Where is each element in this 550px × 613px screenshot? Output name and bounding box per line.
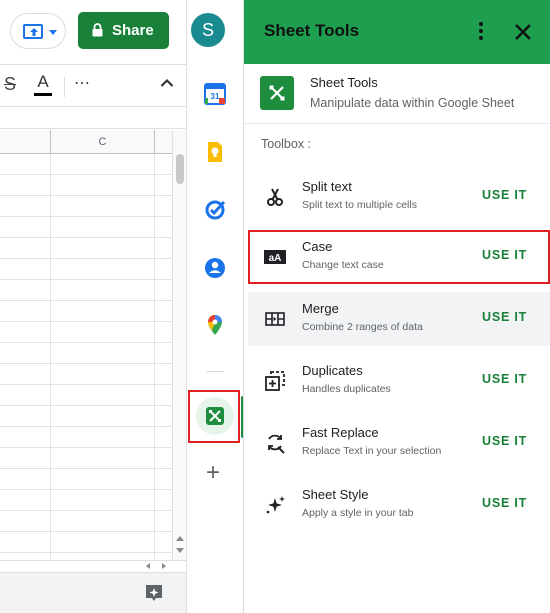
tool-description: Combine 2 ranges of data <box>302 321 423 333</box>
sheet-tabs-bar <box>0 572 186 613</box>
text-color-glyph: A <box>37 72 49 91</box>
svg-text:aA: aA <box>269 253 282 264</box>
text-color-icon[interactable]: A <box>34 72 52 96</box>
use-it-button[interactable]: USE IT <box>482 188 527 202</box>
tool-name: Duplicates <box>302 363 363 378</box>
contacts-icon[interactable] <box>204 257 226 279</box>
merge-icon <box>265 312 285 326</box>
sparkle-icon <box>266 496 285 514</box>
app-description: Manipulate data within Google Sheet <box>310 96 515 110</box>
scroll-right-icon[interactable] <box>162 563 166 569</box>
vertical-scrollbar[interactable] <box>172 130 186 560</box>
more-vert-icon[interactable] <box>476 20 486 44</box>
avatar[interactable]: S <box>191 13 225 47</box>
present-button[interactable] <box>10 13 66 49</box>
top-bar: Share <box>0 0 186 64</box>
use-it-button[interactable]: USE IT <box>482 434 527 448</box>
app-info: Sheet Tools Manipulate data within Googl… <box>244 64 550 124</box>
calendar-day-label: 31 <box>211 92 220 101</box>
tool-item-case[interactable]: aA Case Change text case USE IT <box>248 230 550 284</box>
scroll-up-icon[interactable] <box>176 536 184 541</box>
tool-name: Case <box>302 239 333 254</box>
text-case-icon: aA <box>264 250 286 264</box>
use-it-button[interactable]: USE IT <box>482 248 527 262</box>
chevron-up-icon[interactable] <box>160 78 174 88</box>
grid-cells[interactable] <box>0 154 172 560</box>
tool-description: Apply a style in your tab <box>302 507 414 519</box>
side-divider <box>206 371 224 372</box>
explore-icon[interactable] <box>144 583 164 603</box>
sheet-tools-panel: Sheet Tools Sheet Tools Manipulate data … <box>243 0 550 613</box>
tasks-icon[interactable] <box>204 199 226 221</box>
use-it-button[interactable]: USE IT <box>482 496 527 510</box>
format-toolbar: S A ⋯ <box>0 64 186 107</box>
use-it-button[interactable]: USE IT <box>482 372 527 386</box>
present-screen-icon <box>23 24 43 39</box>
tool-name: Fast Replace <box>302 425 379 440</box>
tool-description: Change text case <box>302 259 384 271</box>
scroll-down-icon[interactable] <box>176 548 184 553</box>
column-header-row: C <box>0 130 172 154</box>
app-name: Sheet Tools <box>310 75 378 90</box>
lock-icon <box>92 23 103 37</box>
more-options-icon[interactable]: ⋯ <box>74 73 91 93</box>
tool-description: Replace Text in your selection <box>302 445 442 457</box>
toolbar-divider <box>64 77 65 97</box>
tool-item-fast-replace[interactable]: Fast Replace Replace Text in your select… <box>248 416 550 470</box>
duplicates-icon <box>265 371 285 391</box>
side-panel-strip: S 31 + <box>186 0 244 613</box>
tool-name: Split text <box>302 179 352 194</box>
panel-header: Sheet Tools <box>244 0 550 64</box>
panel-title: Sheet Tools <box>264 21 360 40</box>
maps-icon[interactable] <box>204 314 226 336</box>
calendar-icon[interactable]: 31 <box>204 83 226 105</box>
scrollbar-thumb[interactable] <box>176 154 184 184</box>
keep-icon[interactable] <box>204 141 226 163</box>
share-button[interactable]: Share <box>78 12 169 49</box>
scroll-left-icon[interactable] <box>146 563 150 569</box>
tool-description: Split text to multiple cells <box>302 199 417 211</box>
column-header-b[interactable] <box>0 130 51 154</box>
text-color-swatch <box>34 93 52 96</box>
share-label: Share <box>112 22 154 39</box>
formula-bar[interactable] <box>0 107 186 129</box>
close-icon[interactable] <box>512 21 534 43</box>
spreadsheet-area: Share S A ⋯ C <box>0 0 186 613</box>
find-replace-icon <box>268 434 285 454</box>
sheet-grid[interactable]: C <box>0 130 172 560</box>
tool-item-split-text[interactable]: Split text Split text to multiple cells … <box>248 170 550 224</box>
sheet-tools-icon <box>206 407 224 425</box>
sheet-tools-addon-button[interactable] <box>188 390 240 443</box>
sheet-tools-logo-icon <box>260 76 294 110</box>
tool-description: Handles duplicates <box>302 383 391 395</box>
tool-name: Merge <box>302 301 339 316</box>
tool-item-duplicates[interactable]: Duplicates Handles duplicates USE IT <box>248 354 550 408</box>
toolbox-label: Toolbox : <box>261 137 312 151</box>
tool-name: Sheet Style <box>302 487 369 502</box>
column-header-c[interactable]: C <box>51 130 155 154</box>
scissors-icon <box>267 188 283 206</box>
strikethrough-icon[interactable]: S <box>4 74 16 95</box>
horizontal-scrollbar[interactable] <box>0 560 186 572</box>
add-addon-icon[interactable]: + <box>206 461 220 485</box>
tool-item-merge[interactable]: Merge Combine 2 ranges of data USE IT <box>248 292 550 346</box>
addon-highlight <box>196 397 234 435</box>
tool-item-sheet-style[interactable]: Sheet Style Apply a style in your tab US… <box>248 478 550 532</box>
use-it-button[interactable]: USE IT <box>482 310 527 324</box>
chevron-down-icon <box>49 30 57 35</box>
